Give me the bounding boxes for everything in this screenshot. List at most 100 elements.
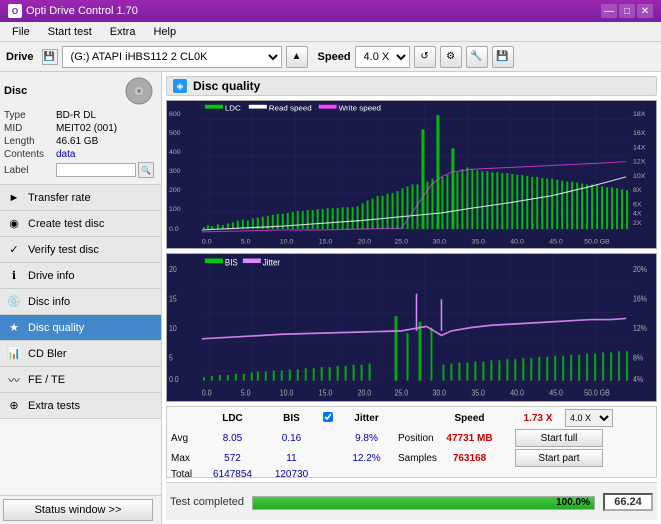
stats-header-row: LDC BIS Jitter Speed 1.73 X	[171, 409, 652, 427]
svg-text:20: 20	[169, 265, 177, 275]
svg-text:200: 200	[169, 187, 181, 194]
svg-text:400: 400	[169, 149, 181, 156]
disc-type-row: Type BD-R DL	[4, 110, 157, 121]
ldc-total: 6147854	[205, 469, 260, 480]
content-header: ◈ Disc quality	[166, 76, 657, 96]
title-bar-left: O Opti Drive Control 1.70	[8, 4, 138, 18]
bis-total: 120730	[264, 469, 319, 480]
svg-text:Jitter: Jitter	[263, 257, 280, 268]
samples-value: 763168	[442, 453, 497, 464]
svg-text:600: 600	[169, 111, 181, 118]
label-label: Label	[4, 165, 56, 176]
chart2-svg: BIS Jitter 20 15 10 5 0.0 20% 16% 12% 8%…	[167, 254, 656, 401]
status-window-area: Status window >>	[0, 495, 161, 524]
menu-help[interactable]: Help	[145, 24, 184, 40]
jitter-max: 12.2%	[339, 453, 394, 464]
verify-test-icon: ✓	[6, 242, 22, 258]
speed-select-stats[interactable]: 4.0 X	[565, 409, 613, 427]
svg-text:30.0: 30.0	[432, 388, 446, 398]
type-label: Type	[4, 110, 56, 121]
disc-quality-icon: ★	[6, 320, 22, 336]
title-bar: O Opti Drive Control 1.70 — □ ✕	[0, 0, 661, 22]
label-search-button[interactable]: 🔍	[138, 162, 154, 178]
nav-transfer-rate[interactable]: ► Transfer rate	[0, 185, 161, 211]
nav-disc-quality[interactable]: ★ Disc quality	[0, 315, 161, 341]
maximize-button[interactable]: □	[619, 4, 635, 18]
save-button[interactable]: 💾	[492, 46, 514, 68]
menu-start-test[interactable]: Start test	[40, 24, 100, 40]
checkbox-jitter[interactable]	[323, 412, 335, 425]
contents-value: data	[56, 149, 75, 160]
eject-button[interactable]: ▲	[286, 46, 308, 68]
svg-text:0.0: 0.0	[202, 238, 212, 245]
svg-text:50.0 GB: 50.0 GB	[584, 238, 610, 245]
label-input[interactable]	[56, 163, 136, 177]
start-full-button[interactable]: Start full	[515, 429, 603, 447]
disc-contents-row: Contents data	[4, 149, 157, 160]
max-label: Max	[171, 453, 201, 464]
jitter-checkbox[interactable]	[323, 412, 333, 422]
progress-container: 100.0%	[252, 496, 595, 510]
nav-drive-info[interactable]: ℹ Drive info	[0, 263, 161, 289]
drive-icon: 💾	[42, 49, 58, 65]
bis-max: 11	[264, 453, 319, 464]
close-button[interactable]: ✕	[637, 4, 653, 18]
minimize-button[interactable]: —	[601, 4, 617, 18]
stats-total-row: Total 6147854 120730	[171, 469, 652, 480]
nav-create-test[interactable]: ◉ Create test disc	[0, 211, 161, 237]
drive-label: Drive	[6, 51, 34, 63]
svg-text:10.0: 10.0	[280, 238, 294, 245]
disc-panel: Disc Type BD-R DL MID MEIT02 (001) Leng	[0, 72, 161, 185]
ldc-header: LDC	[205, 413, 260, 424]
ldc-max: 572	[205, 453, 260, 464]
svg-text:15: 15	[169, 294, 177, 304]
svg-text:40.0: 40.0	[510, 388, 524, 398]
nav-verify-test[interactable]: ✓ Verify test disc	[0, 237, 161, 263]
svg-text:300: 300	[169, 168, 181, 175]
sidebar: Disc Type BD-R DL MID MEIT02 (001) Leng	[0, 72, 162, 524]
svg-text:35.0: 35.0	[471, 238, 485, 245]
bis-header: BIS	[264, 413, 319, 424]
svg-text:10X: 10X	[633, 173, 646, 180]
title-bar-controls: — □ ✕	[601, 4, 653, 18]
speed-select[interactable]: 4.0 X	[355, 46, 410, 68]
mid-value: MEIT02 (001)	[56, 123, 117, 134]
svg-text:25.0: 25.0	[395, 238, 409, 245]
svg-text:45.0: 45.0	[549, 238, 563, 245]
start-part-button[interactable]: Start part	[515, 449, 603, 467]
speed-header: Speed	[442, 413, 497, 424]
nav-disc-info[interactable]: 💿 Disc info	[0, 289, 161, 315]
svg-text:50.0 GB: 50.0 GB	[584, 388, 610, 398]
progress-bar	[253, 497, 594, 509]
refresh-button[interactable]: ↺	[414, 46, 436, 68]
jitter-header: Jitter	[339, 413, 394, 424]
svg-text:5: 5	[169, 353, 173, 363]
nav-extra-tests[interactable]: ⊕ Extra tests	[0, 393, 161, 419]
menu-file[interactable]: File	[4, 24, 38, 40]
disc-info-icon: 💿	[6, 294, 22, 310]
progress-text: 100.0%	[556, 497, 590, 509]
nav-fe-te[interactable]: 〰 FE / TE	[0, 367, 161, 393]
svg-text:8X: 8X	[633, 187, 642, 194]
settings-button1[interactable]: ⚙	[440, 46, 462, 68]
status-window-button[interactable]: Status window >>	[3, 499, 153, 521]
speed-select-area[interactable]: 4.0 X	[565, 409, 615, 427]
nav-cd-bler[interactable]: 📊 CD Bler	[0, 341, 161, 367]
svg-text:20.0: 20.0	[358, 388, 372, 398]
svg-text:40.0: 40.0	[510, 238, 524, 245]
drive-select[interactable]: (G:) ATAPI iHBS112 2 CL0K	[62, 46, 282, 68]
menu-extra[interactable]: Extra	[102, 24, 144, 40]
fe-te-icon: 〰	[6, 372, 22, 388]
chart1-svg: LDC Read speed Write speed 600 500 400 3…	[167, 101, 656, 248]
svg-text:20.0: 20.0	[358, 238, 372, 245]
stats-bar: LDC BIS Jitter Speed 1.73 X	[166, 406, 657, 478]
contents-label: Contents	[4, 149, 56, 160]
length-label: Length	[4, 136, 56, 147]
svg-text:10: 10	[169, 323, 177, 333]
ldc-avg: 8.05	[205, 433, 260, 444]
stats-avg-row: Avg 8.05 0.16 9.8% Position 47731 MB Sta…	[171, 429, 652, 447]
svg-text:0.0: 0.0	[202, 388, 212, 398]
total-label: Total	[171, 469, 201, 480]
position-value: 47731 MB	[442, 433, 497, 444]
settings-button2[interactable]: 🔧	[466, 46, 488, 68]
